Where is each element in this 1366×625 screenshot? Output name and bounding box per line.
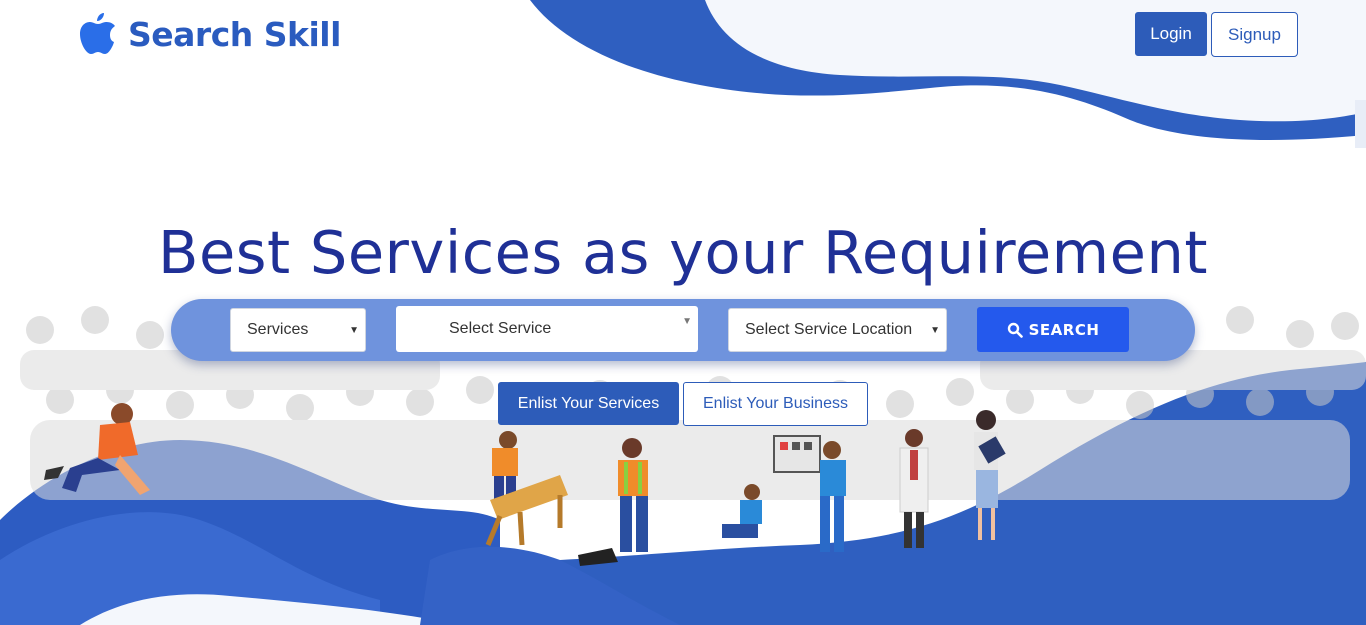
- apple-icon: [80, 13, 115, 54]
- enlist-services-button[interactable]: Enlist Your Services: [498, 382, 679, 425]
- brand-logo[interactable]: Search Skill: [76, 8, 341, 60]
- location-select[interactable]: Select Service Location ▼: [728, 308, 947, 352]
- login-button[interactable]: Login: [1135, 12, 1207, 56]
- caret-down-icon: ▼: [349, 324, 359, 336]
- search-icon: [1007, 322, 1023, 338]
- doctor-figure: [899, 429, 929, 548]
- electrician-figures: [722, 435, 846, 552]
- carpenter-figure: [485, 431, 568, 546]
- service-select-placeholder: Select Service: [449, 320, 552, 337]
- category-select-value: Services: [247, 321, 309, 338]
- tiler-figure: [44, 403, 150, 495]
- caret-down-icon: ▼: [930, 324, 940, 336]
- auth-buttons: Login Signup: [1135, 12, 1298, 57]
- technician-figure: [578, 438, 648, 566]
- signup-button[interactable]: Signup: [1211, 12, 1298, 57]
- brand-name: Search Skill: [128, 14, 341, 54]
- location-select-placeholder: Select Service Location: [745, 321, 913, 338]
- search-bar: Services ▼ Select Service ▼ Select Servi…: [171, 299, 1195, 361]
- businesswoman-figure: [974, 410, 1006, 540]
- enlist-business-button[interactable]: Enlist Your Business: [683, 382, 868, 426]
- search-button[interactable]: SEARCH: [977, 307, 1129, 352]
- category-select[interactable]: Services ▼: [230, 308, 366, 352]
- caret-down-icon: ▼: [682, 316, 692, 327]
- enlist-buttons: Enlist Your Services Enlist Your Busines…: [498, 382, 868, 426]
- search-button-label: SEARCH: [1028, 320, 1100, 339]
- hero-title: Best Services as your Requirement: [158, 218, 1208, 287]
- service-select[interactable]: Select Service ▼: [396, 306, 698, 352]
